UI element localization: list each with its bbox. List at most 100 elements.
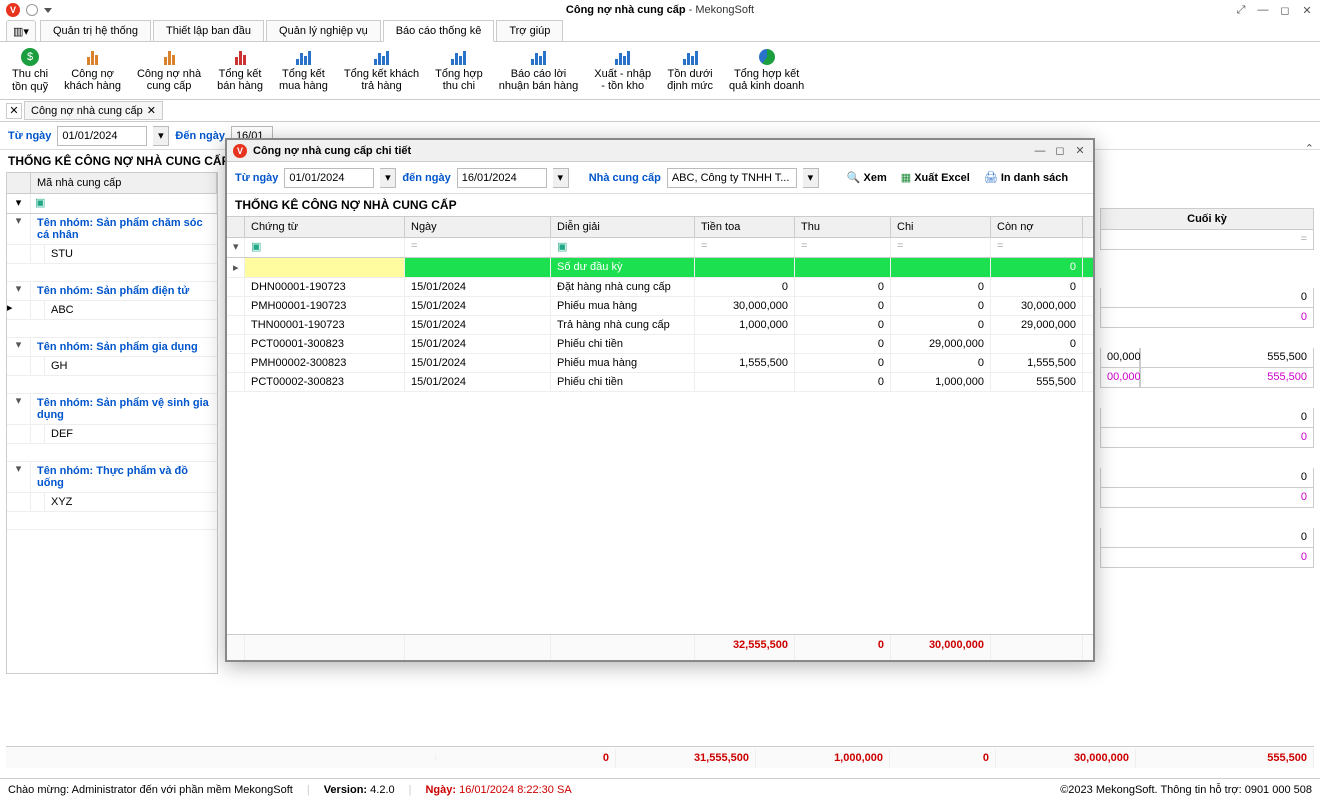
print-icon: 🖨 [984,171,998,184]
supplier-row[interactable]: STU [7,245,217,264]
supplier-grid: Mã nhà cung cấp ▾ ▣ ▾Tên nhóm: Sản phẩm … [6,172,218,674]
ribbon-button[interactable]: Tổng hợpthu chi [429,46,489,95]
view-button[interactable]: 🔍Xem [843,169,891,186]
detail-row[interactable]: THN00001-19072315/01/2024Trả hàng nhà cu… [227,316,1093,335]
col-chungtu[interactable]: Chứng từ [245,217,405,237]
col-tientoa[interactable]: Tiền toa [695,217,795,237]
to-label: Đến ngày [175,130,225,142]
col-ngay[interactable]: Ngày [405,217,551,237]
quick-dropdown-icon[interactable] [44,8,52,13]
menubar: ▥▾ Quản trị hệ thốngThiết lập ban đầuQuả… [0,20,1320,42]
app-logo: V [6,3,20,17]
doc-tab[interactable]: Công nợ nhà cung cấp ✕ [24,101,163,120]
ribbon-button[interactable]: Tổng kết kháchtrả hàng [338,46,425,95]
detail-row[interactable]: PCT00002-30082315/01/2024Phiếu chi tiền0… [227,373,1093,392]
ribbon-icon [447,48,471,66]
ribbon-icon [370,48,394,66]
group-header[interactable]: ▾Tên nhóm: Sản phẩm vệ sinh gia dụng [7,394,217,425]
window-title: Công nợ nhà cung cấp - MekongSoft [566,4,754,16]
ribbon-button[interactable]: Tồn dướiđịnh mức [661,46,719,95]
grid-filter-row[interactable]: ▾ ▣ [7,194,217,214]
dlg-supplier-label: Nhà cung cấp [589,172,661,184]
view-toggle[interactable]: ▥▾ [6,20,36,41]
ribbon: $Thu chitồn quỹCông nợkhách hàngCông nợ … [0,42,1320,100]
detail-filter-row[interactable]: ▾ ▣ = ▣ = = = = [227,238,1093,258]
menu-tab[interactable]: Báo cáo thống kê [383,20,495,42]
ribbon-icon [678,48,702,66]
dlg-from-label: Từ ngày [235,172,278,184]
close-all-tabs[interactable]: ✕ [6,103,22,119]
group-header[interactable]: ▾Tên nhóm: Sản phẩm điện tử [7,282,217,301]
print-button[interactable]: 🖨In danh sách [980,169,1072,186]
ribbon-button[interactable]: Công nợ nhàcung cấp [131,46,207,95]
supplier-row[interactable]: ▸ABC [7,301,217,320]
export-excel-button[interactable]: ▦Xuất Excel [897,169,974,186]
ribbon-button[interactable]: Tổng kếtbán hàng [211,46,269,95]
dlg-from-input[interactable] [284,168,374,188]
dlg-to-drop[interactable]: ▾ [553,168,569,188]
dlg-from-drop[interactable]: ▾ [380,168,396,188]
group-header[interactable]: ▾Tên nhóm: Sản phẩm chăm sóc cá nhân [7,214,217,245]
menu-tab[interactable]: Quản lý nghiệp vụ [266,20,381,41]
collapse-ribbon-icon[interactable]: ⤢ [1234,4,1248,16]
dlg-to-label: đến ngày [402,172,450,184]
detail-row[interactable]: PMH00001-19072315/01/2024Phiếu mua hàng3… [227,297,1093,316]
doc-tab-label: Công nợ nhà cung cấp [31,105,143,117]
search-icon: 🔍 [847,171,861,184]
detail-row[interactable]: PMH00002-30082315/01/2024Phiếu mua hàng1… [227,354,1093,373]
ribbon-button[interactable]: Tổng kếtmua hàng [273,46,334,95]
ribbon-icon [291,48,315,66]
ribbon-button[interactable]: $Thu chitồn quỹ [6,46,54,95]
col-conno[interactable]: Còn nợ [991,217,1083,237]
status-copyright: ©2023 MekongSoft. Thông tin hỗ trợ: 0901… [1060,784,1312,796]
from-dropdown[interactable]: ▾ [153,126,169,146]
ribbon-icon [755,48,779,66]
detail-dialog: V Công nợ nhà cung cấp chi tiết — ◻ ✕ Từ… [225,138,1095,662]
supplier-drop[interactable]: ▾ [803,168,819,188]
supplier-row[interactable]: GH [7,357,217,376]
ribbon-icon [526,48,550,66]
quick-access-icon[interactable] [26,4,38,16]
right-summary: Cuối kỳ = 0 0 00,000555,500 00,000555,50… [1100,208,1314,568]
ribbon-button[interactable]: Công nợkhách hàng [58,46,127,95]
collapse-icon[interactable]: ⌃ [1305,142,1314,155]
doc-tabs: ✕ Công nợ nhà cung cấp ✕ [0,100,1320,122]
minimize-button[interactable]: — [1256,4,1270,16]
detail-header: Chứng từ Ngày Diễn giải Tiền toa Thu Chi… [227,216,1093,238]
dialog-maximize[interactable]: ◻ [1053,145,1067,157]
dlg-to-input[interactable] [457,168,547,188]
ribbon-icon [611,48,635,66]
col-supplier-code[interactable]: Mã nhà cung cấp [31,173,217,193]
group-header[interactable]: ▾Tên nhóm: Sản phẩm gia dụng [7,338,217,357]
col-chi[interactable]: Chi [891,217,991,237]
menu-tab[interactable]: Trợ giúp [496,20,563,41]
col-thu[interactable]: Thu [795,217,891,237]
group-header[interactable]: ▾Tên nhóm: Thực phẩm và đồ uống [7,462,217,493]
ribbon-button[interactable]: Báo cáo lờinhuận bán hàng [493,46,585,95]
close-button[interactable]: ✕ [1300,4,1314,16]
supplier-row[interactable]: XYZ [7,493,217,512]
ribbon-icon [157,48,181,66]
supplier-row[interactable]: DEF [7,425,217,444]
from-date-input[interactable] [57,126,147,146]
ribbon-icon: $ [18,48,42,66]
dialog-toolbar: Từ ngày ▾ đến ngày ▾ Nhà cung cấp ABC, C… [227,162,1093,194]
ribbon-button[interactable]: Tổng hợp kếtquả kinh doanh [723,46,810,95]
dialog-close[interactable]: ✕ [1073,145,1087,157]
detail-row[interactable]: PCT00001-30082315/01/2024Phiếu chi tiền0… [227,335,1093,354]
dialog-minimize[interactable]: — [1033,145,1047,157]
col-cuoi-ky[interactable]: Cuối kỳ [1100,208,1314,230]
detail-row[interactable]: DHN00001-19072315/01/2024Đặt hàng nhà cu… [227,278,1093,297]
maximize-button[interactable]: ◻ [1278,4,1292,16]
ribbon-icon [228,48,252,66]
tab-close-icon[interactable]: ✕ [147,104,156,117]
supplier-combo[interactable]: ABC, Công ty TNHH T... [667,168,797,188]
ribbon-button[interactable]: Xuất - nhập- tồn kho [588,46,657,95]
col-diengiai[interactable]: Diễn giải [551,217,695,237]
menu-tab[interactable]: Thiết lập ban đầu [153,20,264,41]
menu-tab[interactable]: Quản trị hệ thống [40,20,151,41]
dialog-logo: V [233,144,247,158]
dialog-totals: 32,555,500 0 30,000,000 [227,634,1093,660]
dialog-titlebar: V Công nợ nhà cung cấp chi tiết — ◻ ✕ [227,140,1093,162]
opening-balance-row: ▸ Số dư đầu kỳ 0 [227,258,1093,278]
